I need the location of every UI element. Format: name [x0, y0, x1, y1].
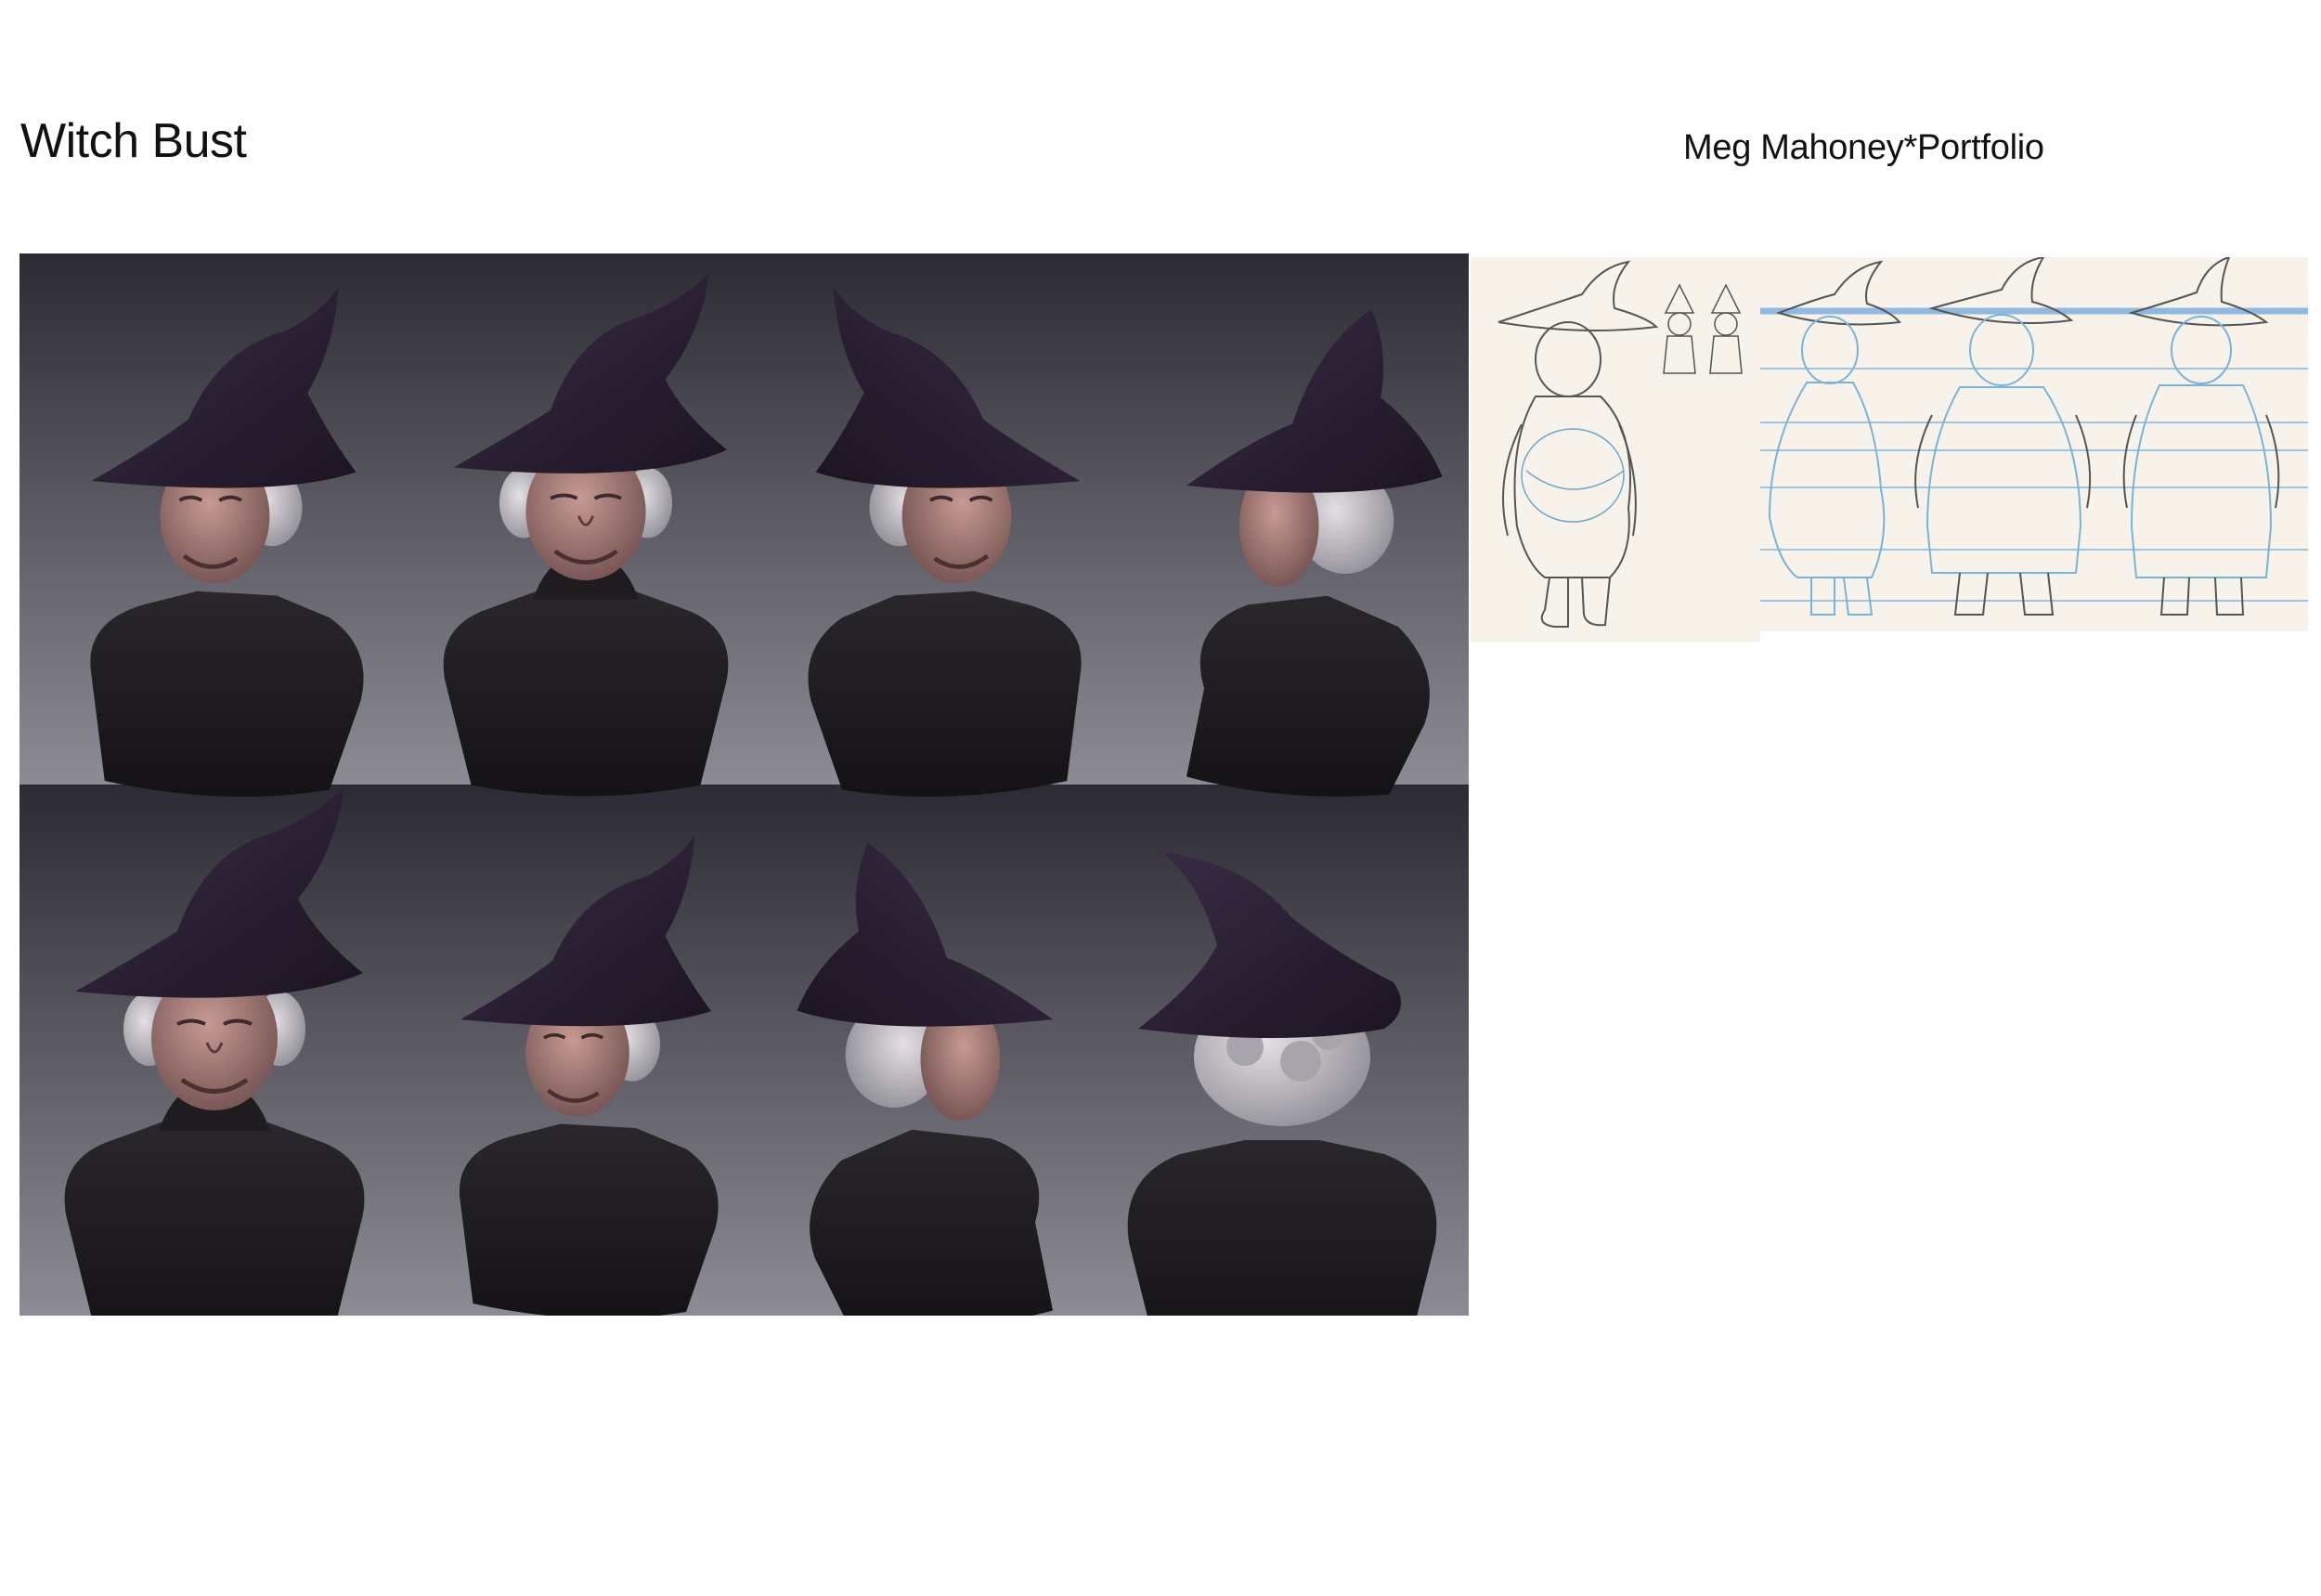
concept-sketch — [1471, 257, 1760, 642]
turnaround-sheet — [1760, 257, 2308, 631]
portfolio-author: Meg Mahoney*Portfolio — [1683, 128, 2044, 167]
sculpt-render-panel — [19, 253, 1469, 1316]
page-title: Witch Bust — [20, 114, 247, 168]
